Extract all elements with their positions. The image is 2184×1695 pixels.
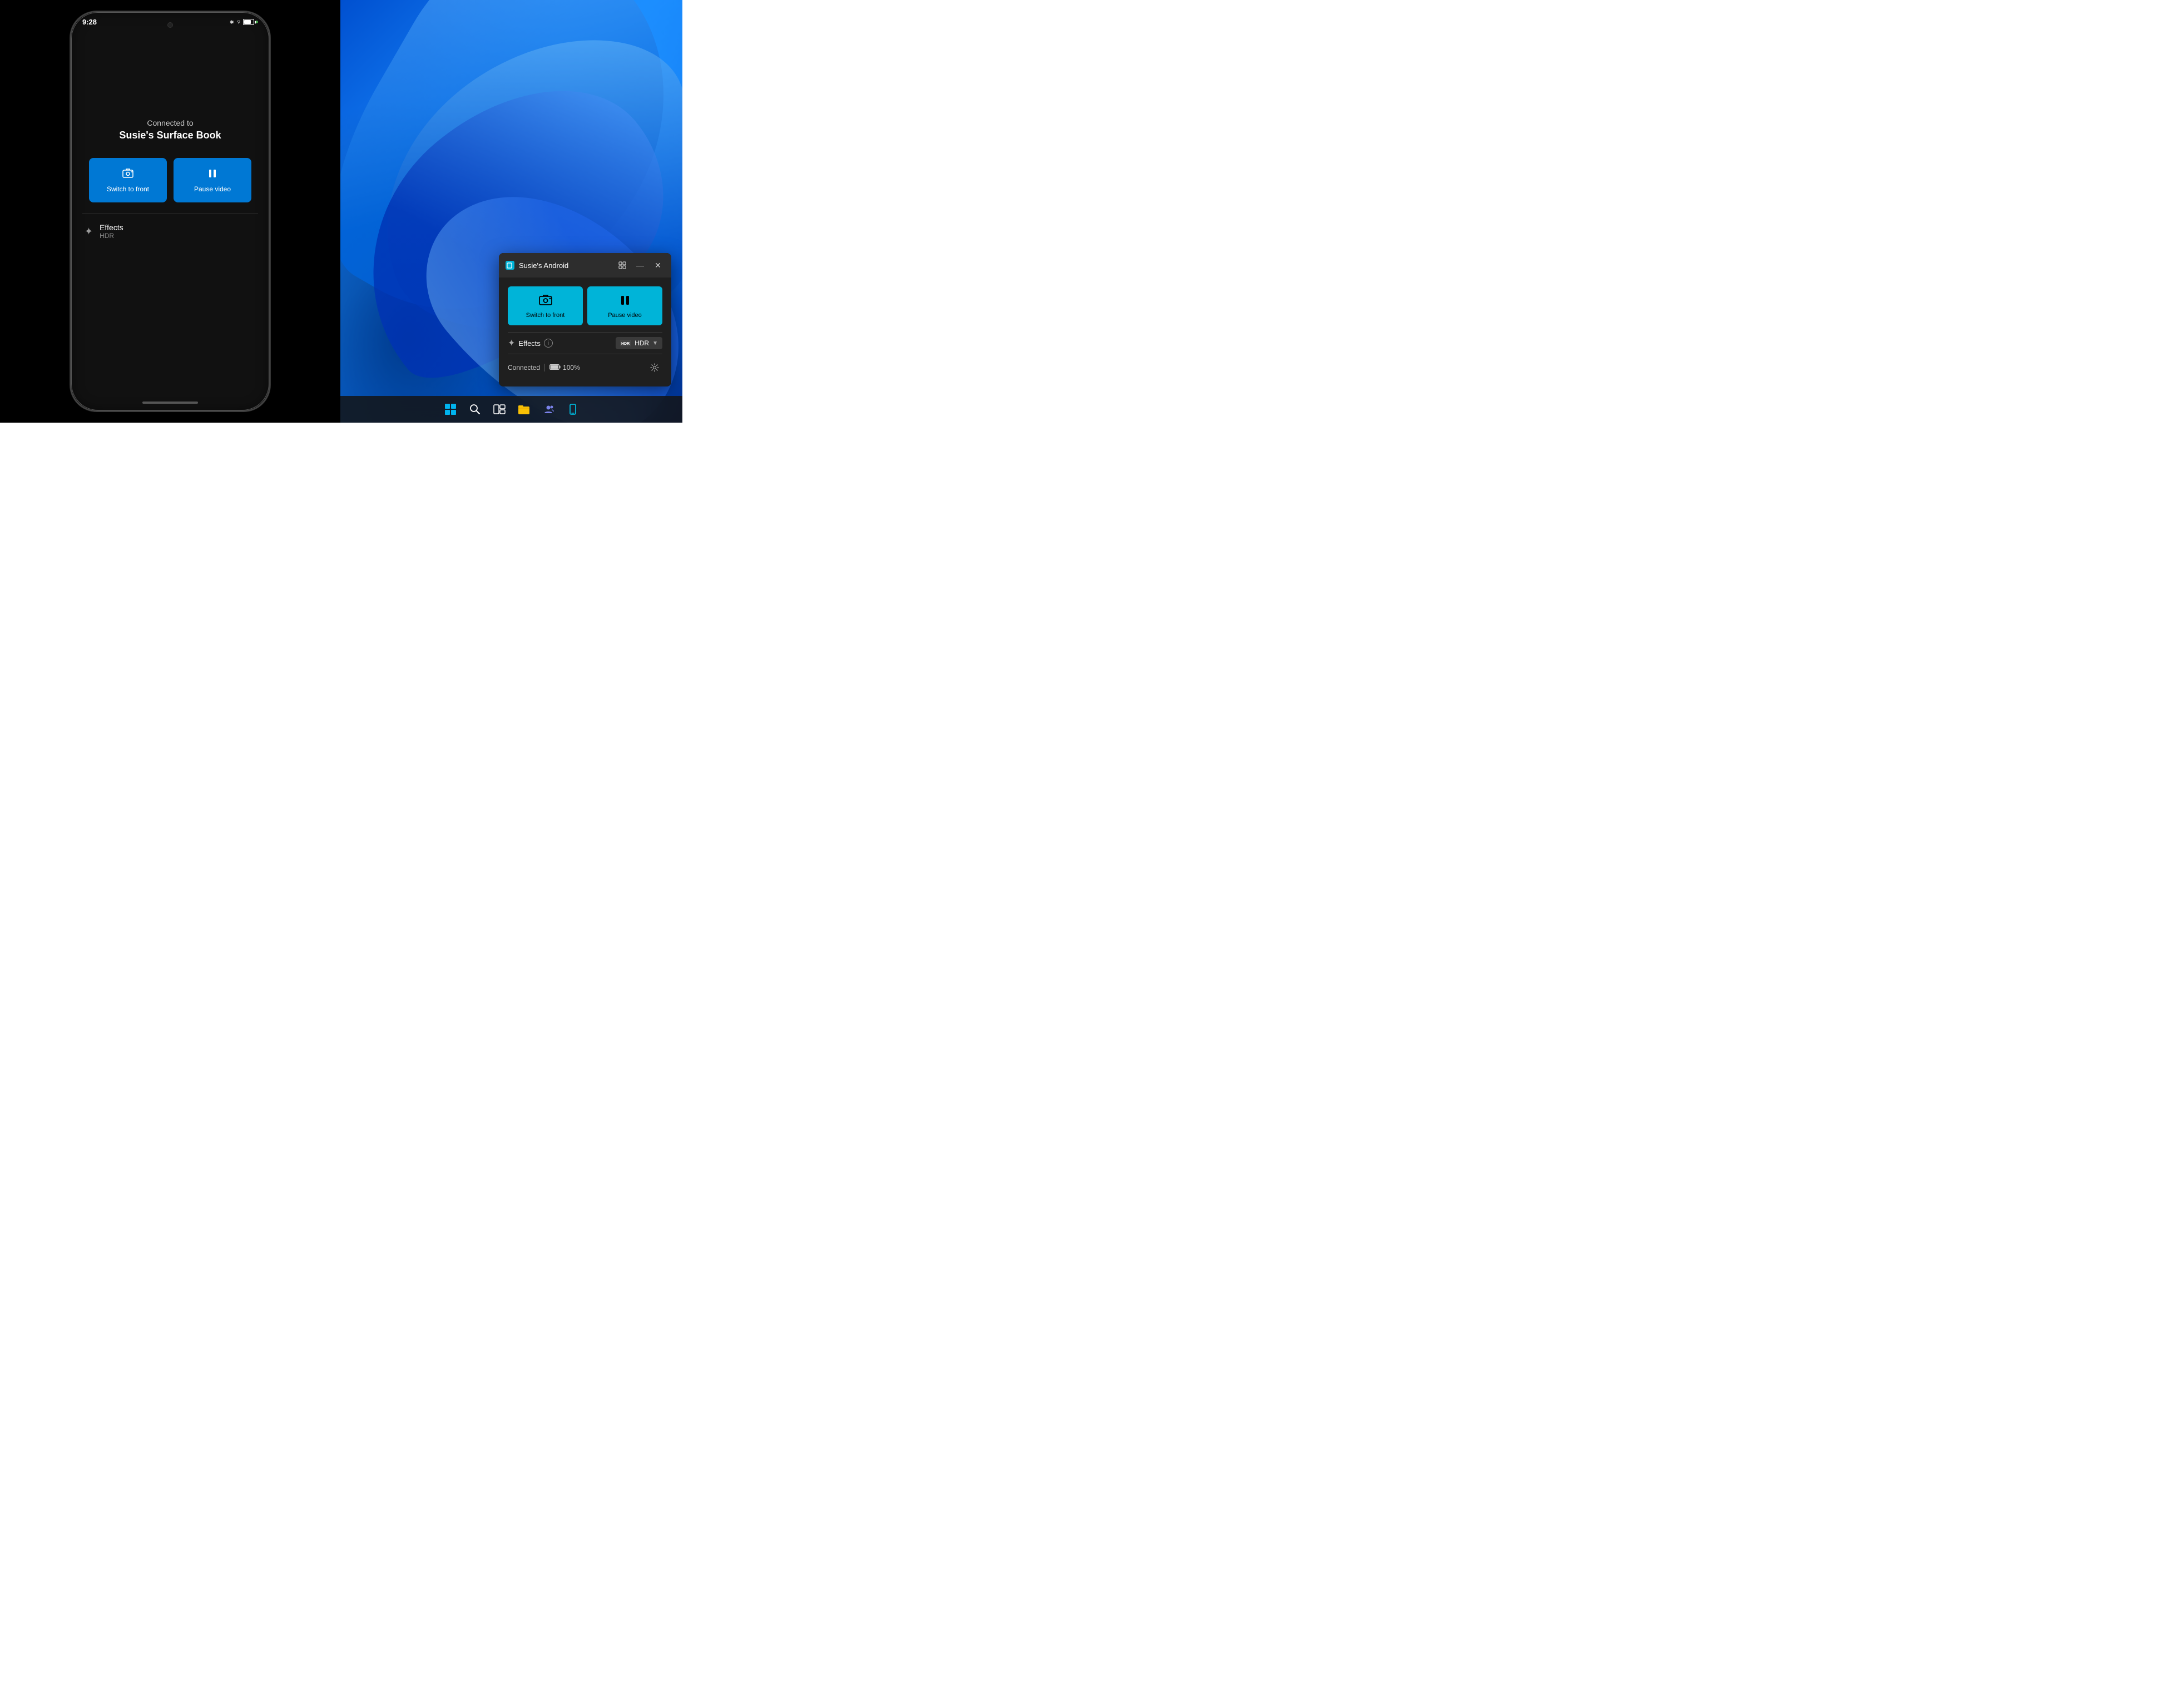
minimize-button[interactable]: —: [633, 259, 647, 272]
connected-label: Connected: [508, 364, 540, 371]
win-logo-square-4: [451, 410, 456, 415]
hdr-label: HDR: [635, 339, 649, 347]
wifi-icon: ▿: [237, 18, 240, 26]
phone-camera: [167, 22, 173, 28]
volume-up-button: [70, 115, 72, 146]
win-logo-square-1: [445, 404, 450, 409]
sparkle-icon: ✦: [508, 338, 515, 349]
phone-action-buttons: Switch to front Pause video: [82, 158, 258, 202]
phone-effects-text: Effects HDR: [100, 223, 123, 240]
footer-divider: [544, 364, 545, 371]
window-body: Switch to front Pause video ✦ Effe: [499, 277, 671, 386]
window-controls: — ✕: [616, 259, 665, 272]
switch-to-front-label: Switch to front: [107, 185, 149, 193]
hdr-icon: HDR: [620, 340, 631, 346]
taskbar-teams[interactable]: [537, 398, 559, 420]
chevron-down-icon: ▼: [652, 340, 658, 346]
taskbar-phone-link[interactable]: [562, 398, 584, 420]
hdr-dropdown[interactable]: HDR HDR ▼: [616, 337, 662, 349]
volume-down-button: [70, 151, 72, 182]
taskbar: [340, 396, 682, 423]
right-panel: Susie's Android — ✕: [340, 0, 682, 423]
phone-switch-to-front-button[interactable]: Switch to front: [89, 158, 167, 202]
windows-logo: [445, 404, 456, 415]
win-pause-video-button[interactable]: Pause video: [587, 286, 662, 325]
phone-link-window: Susie's Android — ✕: [499, 253, 671, 386]
taskbar-file-explorer[interactable]: [513, 398, 535, 420]
win-switch-camera-icon: [538, 293, 553, 310]
effects-info-icon[interactable]: i: [544, 339, 553, 348]
phone-content: Connected to Susie's Surface Book Switch…: [71, 29, 269, 402]
battery-percentage: 100%: [563, 364, 580, 371]
phone-pause-video-button[interactable]: Pause video: [174, 158, 251, 202]
effects-label: Effects: [100, 223, 123, 232]
connection-text: Connected to: [147, 118, 193, 127]
battery-footer: 100%: [549, 363, 647, 372]
phone-home-indicator[interactable]: [142, 402, 198, 404]
win-logo-square-3: [445, 410, 450, 415]
battery-icon: [243, 19, 258, 25]
effects-label: Effects: [518, 339, 541, 348]
switch-camera-icon: [122, 167, 134, 182]
effects-sparkle-icon: ✦: [85, 226, 93, 237]
battery-body: [243, 19, 254, 25]
win-switch-to-front-button[interactable]: Switch to front: [508, 286, 583, 325]
phone-status-icons: ∗ ▿: [229, 18, 258, 26]
effects-sublabel: HDR: [100, 232, 123, 240]
battery-footer-icon: [549, 363, 561, 372]
window-titlebar: Susie's Android — ✕: [499, 253, 671, 277]
device-name: Susie's Surface Book: [119, 130, 221, 141]
window-footer: Connected 100%: [508, 354, 662, 378]
taskbar-search[interactable]: [464, 398, 486, 420]
left-panel: 9:28 ∗ ▿ Connected to Susie's Surface Bo…: [0, 0, 340, 423]
app-icon: [506, 261, 514, 270]
battery-fill: [244, 20, 251, 24]
phone-effects-row: ✦ Effects HDR: [82, 223, 258, 240]
pause-video-label: Pause video: [194, 185, 231, 193]
pause-icon: [206, 167, 219, 182]
window-title: Susie's Android: [519, 261, 611, 270]
win-pause-icon: [618, 293, 632, 310]
svg-text:HDR: HDR: [621, 342, 630, 346]
effects-left: ✦ Effects i: [508, 338, 616, 349]
win-switch-to-front-label: Switch to front: [526, 312, 565, 319]
window-action-buttons: Switch to front Pause video: [508, 286, 662, 325]
settings-button[interactable]: [647, 360, 662, 375]
snap-button[interactable]: [616, 259, 629, 272]
win-pause-video-label: Pause video: [608, 312, 642, 319]
power-button: [269, 96, 270, 129]
taskbar-start[interactable]: [439, 398, 462, 420]
volume-silent-button: [70, 85, 72, 107]
phone-frame: 9:28 ∗ ▿ Connected to Susie's Surface Bo…: [70, 11, 270, 412]
taskbar-task-view[interactable]: [488, 398, 511, 420]
close-button[interactable]: ✕: [651, 259, 665, 272]
bluetooth-icon: ∗: [229, 18, 234, 26]
window-effects-row: ✦ Effects i HDR HDR ▼: [508, 332, 662, 354]
win-logo-square-2: [451, 404, 456, 409]
phone-time: 9:28: [82, 18, 97, 26]
